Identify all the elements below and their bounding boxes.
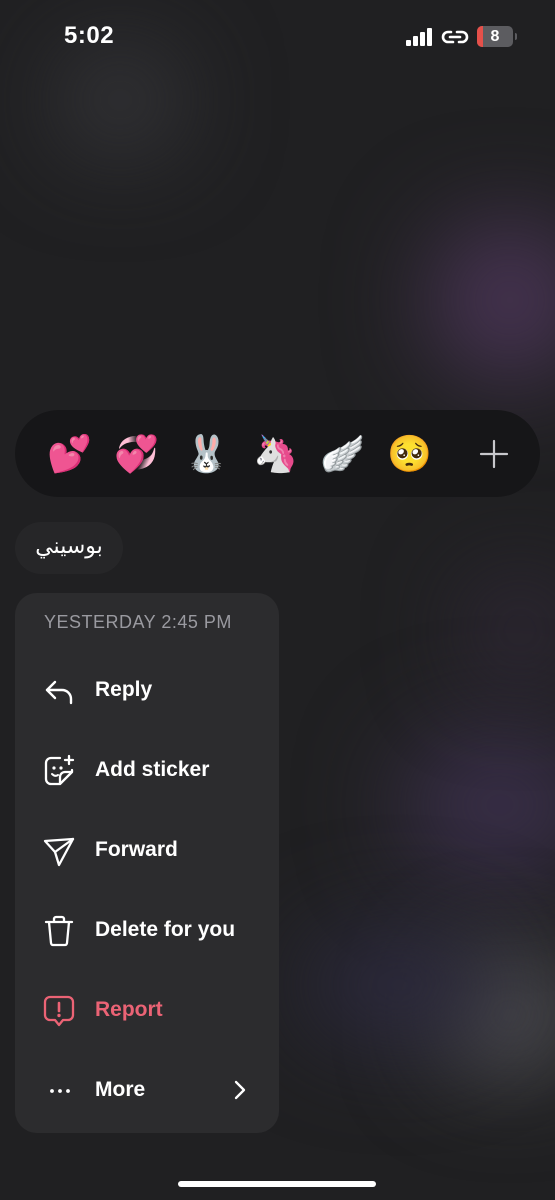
reply-icon — [45, 680, 73, 705]
rabbit-emoji[interactable]: 🐰 — [184, 432, 229, 476]
add-sticker-label: Add sticker — [95, 758, 210, 781]
link-icon — [441, 30, 469, 44]
plus-icon[interactable] — [477, 437, 511, 471]
reply-label: Reply — [95, 678, 153, 701]
wing-emoji[interactable]: 🪽 — [320, 432, 365, 476]
revolving-hearts-emoji[interactable]: 💞 — [114, 432, 159, 476]
signal-icon — [406, 28, 434, 46]
message-timestamp: YESTERDAY 2:45 PM — [44, 612, 232, 632]
trash-icon — [44, 915, 74, 947]
battery-icon: 8 — [477, 26, 517, 47]
report-label: Report — [95, 998, 163, 1021]
unicorn-emoji[interactable]: 🦄 — [253, 432, 298, 476]
reaction-bar: 💕 💞 🐰 🦄 🪽 🥺 — [15, 410, 540, 497]
status-bar: 5:02 8 — [0, 0, 555, 74]
forward-label: Forward — [95, 838, 178, 861]
delete-for-you-label: Delete for you — [95, 918, 236, 941]
sticker-icon — [44, 754, 75, 786]
two-hearts-emoji[interactable]: 💕 — [47, 432, 92, 476]
message-bubble[interactable]: بوسيني — [15, 522, 123, 574]
more-icon — [50, 1089, 70, 1093]
more-button[interactable]: More — [15, 1055, 279, 1125]
reply-button[interactable]: Reply — [15, 655, 279, 725]
forward-button[interactable]: Forward — [15, 815, 279, 885]
chevron-right-icon — [234, 1080, 246, 1100]
context-menu: YESTERDAY 2:45 PM Reply Add sticker Forw… — [15, 593, 279, 1133]
more-label: More — [95, 1078, 146, 1101]
report-button[interactable]: Report — [15, 975, 279, 1045]
pleading-face-emoji[interactable]: 🥺 — [387, 432, 432, 476]
send-icon — [43, 837, 75, 867]
delete-for-you-button[interactable]: Delete for you — [15, 895, 279, 965]
battery-level: 8 — [490, 28, 500, 45]
status-time: 5:02 — [64, 22, 115, 49]
message-text: بوسيني — [35, 534, 103, 559]
home-indicator[interactable] — [178, 1181, 376, 1187]
add-sticker-button[interactable]: Add sticker — [15, 735, 279, 805]
report-icon — [43, 995, 75, 1027]
